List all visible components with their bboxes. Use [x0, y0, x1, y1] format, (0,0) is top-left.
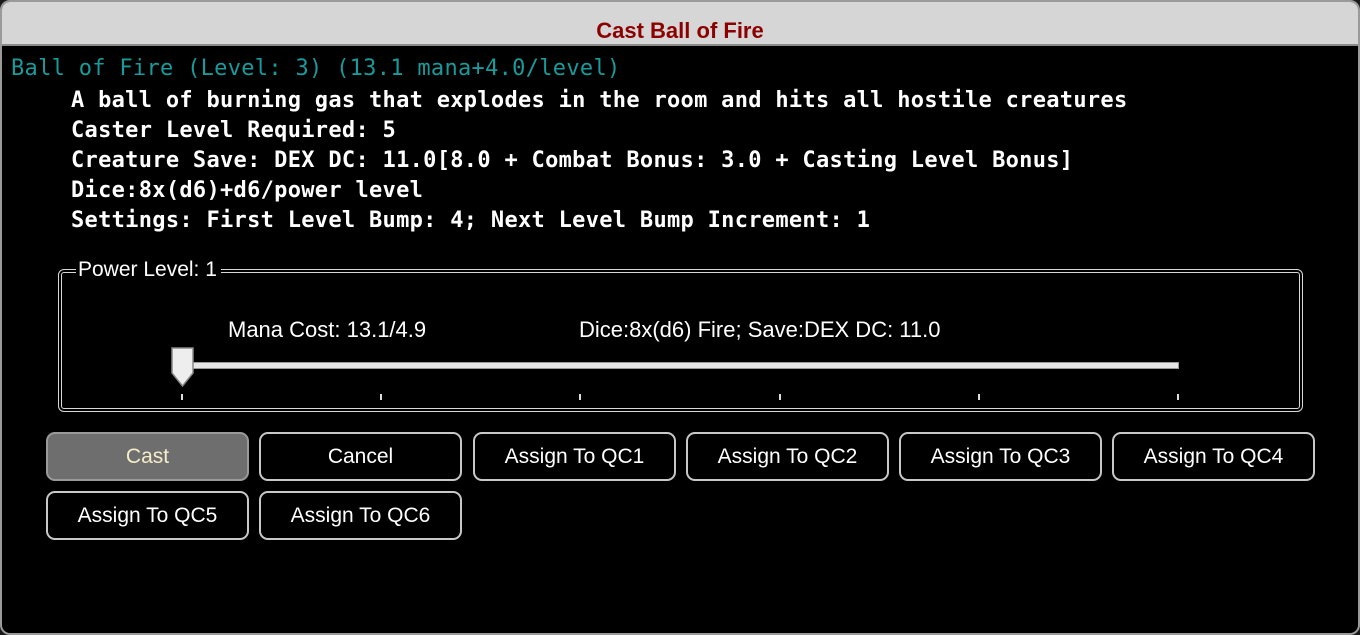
dialog-title: Cast Ball of Fire [596, 18, 764, 43]
assign-qc1-button[interactable]: Assign To QC1 [473, 432, 676, 481]
assign-qc6-button[interactable]: Assign To QC6 [259, 491, 462, 540]
cast-button[interactable]: Cast [46, 432, 249, 481]
cancel-button[interactable]: Cancel [259, 432, 462, 481]
slider-tick [181, 394, 183, 400]
assign-qc2-button[interactable]: Assign To QC2 [686, 432, 889, 481]
slider-tick [380, 394, 383, 400]
slider-tick [1177, 394, 1179, 400]
slider-tick [579, 394, 582, 400]
assign-qc5-button[interactable]: Assign To QC5 [46, 491, 249, 540]
settings-info: Settings: First Level Bump: 4; Next Leve… [71, 208, 871, 233]
title-bar[interactable]: Cast Ball of Fire [2, 2, 1358, 46]
spell-heading: Ball of Fire (Level: 3) (13.1 mana+4.0/l… [11, 56, 621, 81]
assign-qc4-button[interactable]: Assign To QC4 [1112, 432, 1315, 481]
spell-description: A ball of burning gas that explodes in t… [71, 88, 1128, 113]
slider-tick [977, 394, 980, 400]
dice-info: Dice:8x(d6)+d6/power level [71, 178, 424, 203]
slider-thumb[interactable] [171, 347, 194, 387]
creature-save: Creature Save: DEX DC: 11.0[8.0 + Combat… [71, 148, 1074, 173]
caster-level-required: Caster Level Required: 5 [71, 118, 397, 143]
dice-save-label: Dice:8x(d6) Fire; Save:DEX DC: 11.0 [579, 317, 941, 342]
power-level-slider[interactable] [182, 362, 1179, 369]
assign-qc3-button[interactable]: Assign To QC3 [899, 432, 1102, 481]
slider-tick [778, 394, 781, 400]
mana-cost-label: Mana Cost: 13.1/4.9 [228, 317, 427, 342]
power-level-legend: Power Level: 1 [76, 258, 221, 282]
